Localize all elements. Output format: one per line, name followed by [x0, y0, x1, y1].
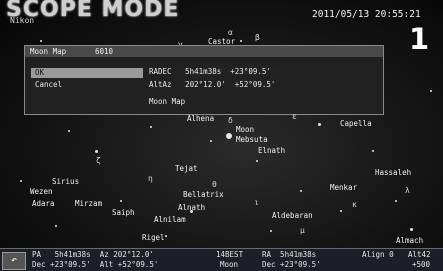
- ra-readout-line2: Dec +23°09.5': [262, 260, 321, 269]
- greek-symbol: β: [255, 33, 260, 42]
- star: [372, 150, 374, 152]
- star: [300, 190, 302, 192]
- star: [150, 126, 152, 128]
- star-label-capella[interactable]: Capella: [340, 119, 372, 128]
- page-number: 1: [409, 22, 430, 56]
- greek-symbol: μ: [300, 226, 305, 235]
- altaz-readout: AltAz 202°12.0' +52°09.5': [149, 80, 276, 89]
- star-label-menkar[interactable]: Menkar: [330, 183, 357, 192]
- star-label-wezen[interactable]: Wezen: [30, 187, 53, 196]
- star: [55, 225, 57, 227]
- star-label-mirzam[interactable]: Mirzam: [75, 199, 102, 208]
- star: [210, 140, 212, 142]
- target-name: Moon Map: [149, 97, 186, 106]
- alt-readout-line2: +500: [412, 260, 431, 269]
- greek-symbol: η: [148, 174, 153, 183]
- star-label-elnath[interactable]: Elnath: [258, 146, 285, 155]
- star: [40, 40, 42, 42]
- star: [95, 150, 98, 153]
- star: [340, 210, 342, 212]
- star-label-sirius[interactable]: Sirius: [52, 177, 79, 186]
- star-label-saiph[interactable]: Saiph: [112, 208, 135, 217]
- ok-button[interactable]: OK: [31, 68, 143, 78]
- star-label-aldebaran[interactable]: Aldebaran: [272, 211, 313, 220]
- dialog-title: Moon Map: [30, 47, 67, 56]
- star-label-tejat[interactable]: Tejat: [175, 164, 198, 173]
- star: [226, 133, 232, 139]
- greek-symbol: ζ: [96, 156, 101, 165]
- greek-symbol: ι: [254, 198, 259, 207]
- star-label-moon[interactable]: Moon: [236, 125, 254, 134]
- star: [240, 40, 242, 42]
- mode-readout-line2: Moon: [220, 260, 239, 269]
- star-label-mebsuta[interactable]: Mebsuta: [236, 135, 268, 144]
- pa-readout: PA 5h41m38s Az 202°12.0': [32, 250, 154, 259]
- dialog-code: 6010: [95, 47, 114, 56]
- star-label-hassaleh[interactable]: Hassaleh: [375, 168, 411, 177]
- star: [165, 235, 167, 237]
- star: [270, 230, 272, 232]
- alt-readout: Alt42: [408, 250, 431, 259]
- star-label-bellatrix[interactable]: Bellatrix: [183, 190, 224, 199]
- back-icon[interactable]: ↶: [2, 252, 26, 270]
- greek-symbol: ε: [292, 112, 297, 121]
- star: [68, 130, 70, 132]
- star: [120, 200, 122, 202]
- greek-symbol: κ: [352, 200, 357, 209]
- star-label-alhena[interactable]: Alhena: [187, 114, 214, 123]
- greek-symbol: δ: [228, 116, 233, 125]
- star-label-alnath[interactable]: Alnath: [178, 203, 205, 212]
- moon-map-dialog: Moon Map 6010 OK Cancel RADEC 5h41m38s +…: [24, 45, 384, 115]
- status-bar: ↶ PA 5h41m38s Az 202°12.0' Dec +23°09.5'…: [0, 248, 443, 271]
- star: [318, 123, 321, 126]
- ra-readout: RA 5h41m38s: [262, 250, 317, 259]
- dialog-title-bar: Moon Map 6010: [25, 46, 383, 57]
- greek-symbol: α: [228, 28, 233, 37]
- star-label-almach[interactable]: Almach: [396, 236, 423, 245]
- star: [430, 90, 432, 92]
- radec-readout: RADEC 5h41m38s +23°09.5': [149, 67, 271, 76]
- cancel-button[interactable]: Cancel: [31, 80, 143, 90]
- datetime: 2011/05/13 20:55:21: [312, 9, 421, 20]
- star: [256, 160, 258, 162]
- star-label-adara[interactable]: Adara: [32, 199, 55, 208]
- mode-subtitle: Nikon: [10, 16, 35, 25]
- star: [395, 200, 397, 202]
- greek-symbol: λ: [405, 186, 410, 195]
- star-label-rigel[interactable]: Rigel: [142, 233, 165, 242]
- pa-readout-line2: Dec +23°09.5' Alt +52°09.5': [32, 260, 159, 269]
- star: [20, 180, 22, 182]
- star-label-alnilam[interactable]: Alnilam: [154, 215, 186, 224]
- greek-symbol: θ: [212, 180, 217, 189]
- mode-readout: 14BEST: [216, 250, 244, 259]
- star: [410, 228, 413, 231]
- align-readout: Align 0: [362, 250, 394, 259]
- scope-screen: SCOPE MODE Nikon 2011/05/13 20:55:21 1 C…: [0, 0, 443, 271]
